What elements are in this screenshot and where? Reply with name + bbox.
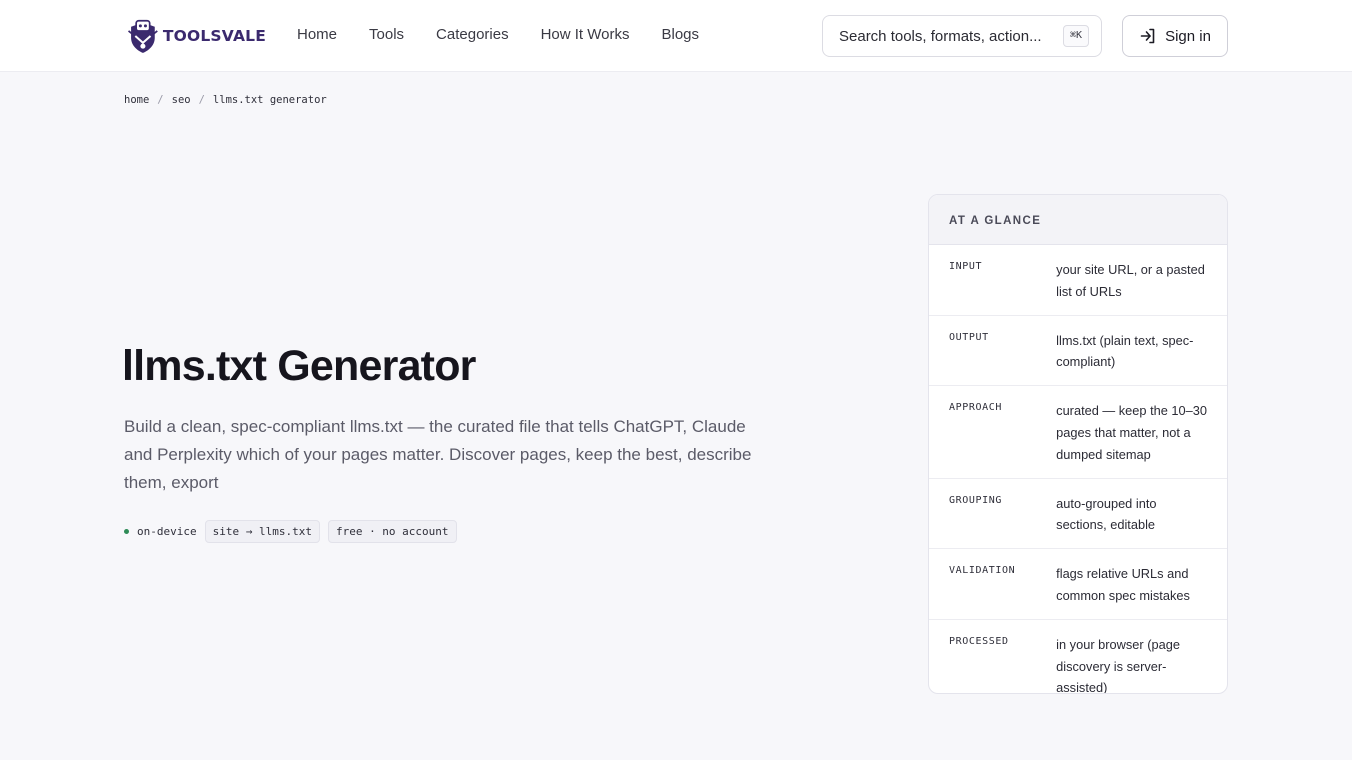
tool-tags: on-device site → llms.txt free · no acco… (124, 520, 457, 543)
glance-value: in your browser (page discovery is serve… (1056, 636, 1180, 694)
site-header: TOOLSVALE Home Tools Categories How It W… (0, 0, 1352, 72)
sign-in-icon (1140, 28, 1155, 44)
glance-key: INPUT (949, 261, 983, 272)
glance-key: OUTPUT (949, 331, 989, 343)
nav-categories[interactable]: Categories (436, 24, 509, 46)
glance-value: llms.txt (plain text, spec-compliant) (1056, 332, 1194, 370)
nav-blogs[interactable]: Blogs (662, 24, 700, 46)
glance-key: GROUPING (949, 494, 1002, 506)
search-placeholder: Search tools, formats, action... (839, 27, 1042, 45)
robot-shield-logo-icon (128, 19, 158, 53)
pricing-chip: free · no account (327, 520, 457, 543)
breadcrumb-seo[interactable]: seo (172, 94, 191, 106)
page-title: llms.txt Generator (122, 342, 476, 390)
brand-name: TOOLSVALE (162, 27, 266, 45)
glance-row-approach: APPROACH curated — keep the 10–30 pages … (929, 386, 1227, 479)
glance-value: your site URL, or a pasted list of URLs (1056, 262, 1205, 299)
glance-value: flags relative URLs and common spec mist… (1056, 566, 1190, 603)
breadcrumb-current: llms.txt generator (212, 94, 327, 106)
status-dot-icon (124, 529, 129, 534)
at-a-glance-heading: AT A GLANCE (929, 195, 1227, 245)
glance-value: curated — keep the 10–30 pages that matt… (1056, 403, 1207, 462)
breadcrumb: home / seo / llms.txt generator (124, 94, 327, 106)
sign-in-button[interactable]: Sign in (1122, 15, 1228, 57)
glance-row-input: INPUT your site URL, or a pasted list of… (929, 245, 1227, 316)
breadcrumb-home[interactable]: home (124, 94, 149, 106)
at-a-glance-card: AT A GLANCE INPUT your site URL, or a pa… (928, 194, 1228, 694)
glance-row-processed: PROCESSED in your browser (page discover… (929, 620, 1227, 694)
glance-row-grouping: GROUPING auto-grouped into sections, edi… (929, 479, 1227, 550)
on-device-badge: on-device (124, 525, 197, 538)
nav-tools[interactable]: Tools (369, 24, 404, 46)
search-shortcut-badge: ⌘K (1062, 25, 1089, 47)
nav-home[interactable]: Home (297, 24, 337, 46)
glance-value: auto-grouped into sections, editable (1056, 495, 1157, 533)
breadcrumb-separator: / (198, 94, 205, 106)
glance-row-output: OUTPUT llms.txt (plain text, spec-compli… (929, 316, 1227, 387)
glance-key: APPROACH (949, 402, 1002, 414)
main-nav: Home Tools Categories How It Works Blogs (297, 24, 731, 46)
brand-logo[interactable]: TOOLSVALE (126, 14, 266, 58)
glance-key: PROCESSED (949, 635, 1009, 647)
sign-in-label: Sign in (1165, 27, 1211, 45)
page-description: Build a clean, spec-compliant llms.txt —… (124, 417, 752, 492)
conversion-chip: site → llms.txt (204, 520, 320, 543)
nav-how-it-works[interactable]: How It Works (541, 24, 630, 46)
glance-key: VALIDATION (949, 565, 1016, 577)
search-input[interactable]: Search tools, formats, action... ⌘K (822, 15, 1102, 57)
on-device-label: on-device (137, 525, 197, 538)
breadcrumb-separator: / (157, 94, 164, 106)
glance-row-validation: VALIDATION flags relative URLs and commo… (929, 549, 1227, 620)
